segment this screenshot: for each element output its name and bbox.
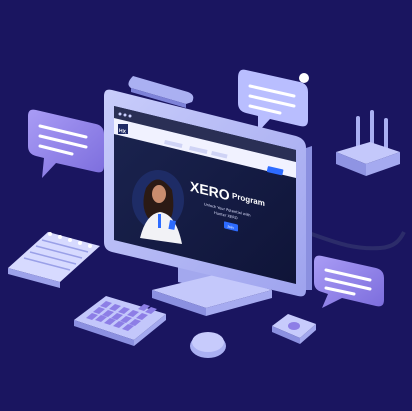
isometric-workspace-illustration: XERO Program Unlock Your Potential with …	[0, 0, 412, 411]
mouse	[190, 332, 226, 358]
notification-dot	[299, 73, 309, 83]
fingerprint-icon	[288, 322, 300, 330]
illustration-canvas: XERO Program Unlock Your Potential with …	[0, 0, 412, 411]
